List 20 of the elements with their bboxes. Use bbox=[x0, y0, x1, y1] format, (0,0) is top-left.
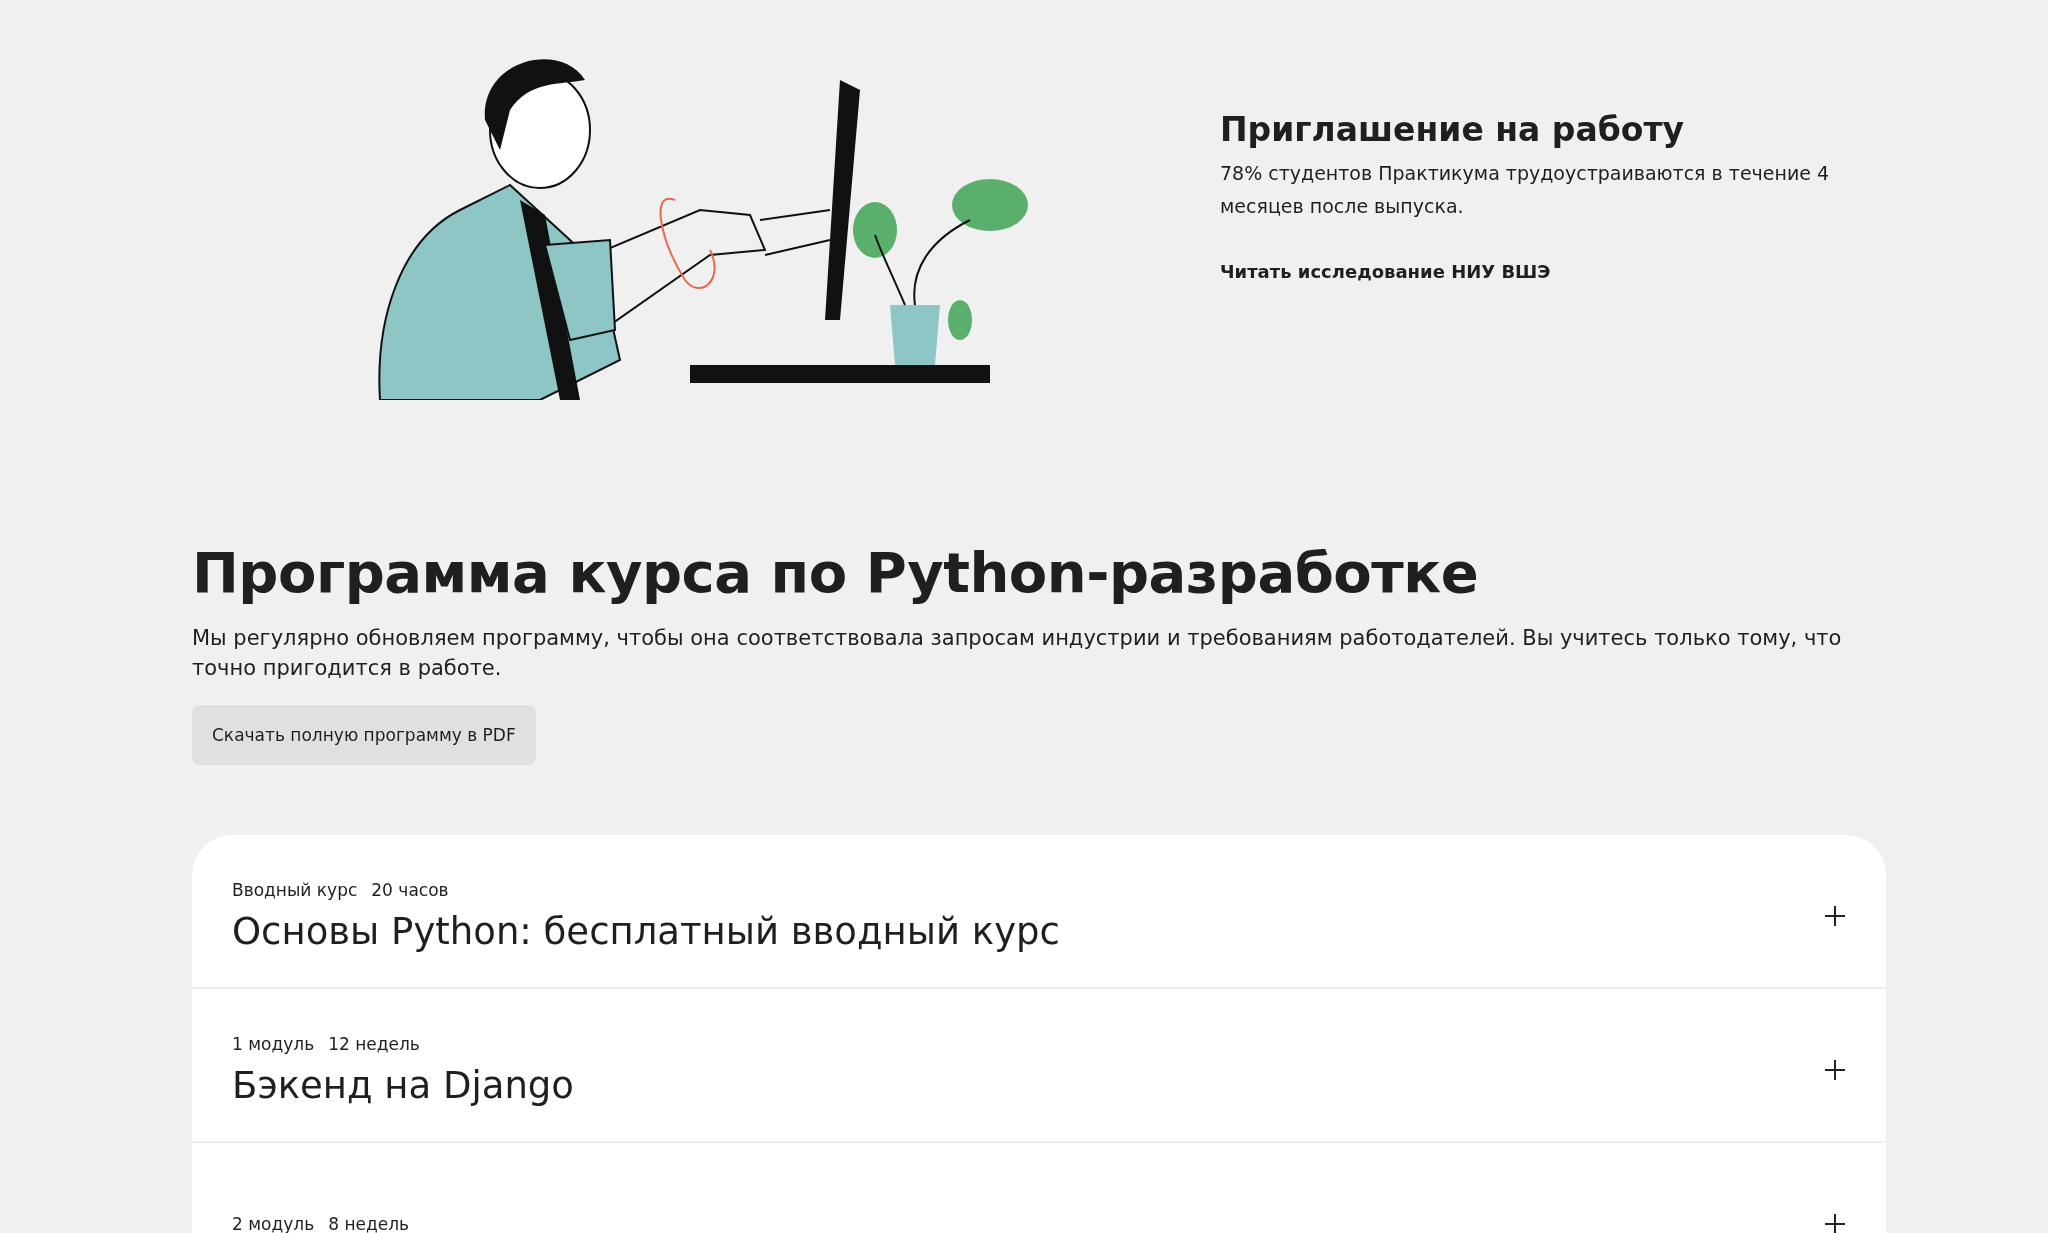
module-title: Бэкенд на Django bbox=[232, 1063, 575, 1107]
module-label: 1 модуль bbox=[232, 1033, 315, 1054]
plus-icon[interactable] bbox=[1824, 1059, 1846, 1081]
module-duration: 20 часов bbox=[371, 879, 449, 900]
research-link[interactable]: Читать исследование НИУ ВШЭ bbox=[1220, 261, 1551, 282]
module-row[interactable]: 2 модуль 8 недель bbox=[192, 1143, 1886, 1233]
section-title: Приглашение на работу bbox=[1220, 110, 1685, 149]
module-label: Вводный курс bbox=[232, 879, 358, 900]
module-duration: 8 недель bbox=[328, 1214, 410, 1233]
description-text: 78% студентов Практикума трудоустраиваются в течение 4 месяцев после выпуска. bbox=[1220, 161, 1831, 219]
module-title: Основы Python: бесплатный вводный курс bbox=[232, 909, 1061, 953]
module-label: 2 модуль bbox=[232, 1214, 315, 1233]
description-text: Мы регулярно обновляем программу, чтобы она соответствовала запросам индустрии и требованиям работодателей. Вы учитесь только тому, что точно пригодится в работе. bbox=[192, 625, 1843, 682]
module-duration: 12 недель bbox=[328, 1033, 420, 1054]
page-heading: Программа курса по Python-разработке bbox=[192, 540, 1480, 605]
plus-icon[interactable] bbox=[1824, 905, 1846, 927]
module-row[interactable]: 1 модуль 12 недель Бэкенд на Django bbox=[192, 989, 1886, 1143]
module-row[interactable]: Вводный курс 20 часов Основы Python: бесплатный вводный курс bbox=[192, 835, 1886, 989]
plus-icon[interactable] bbox=[1824, 1213, 1846, 1233]
download-button[interactable]: Скачать полную программу в PDF bbox=[192, 705, 536, 765]
